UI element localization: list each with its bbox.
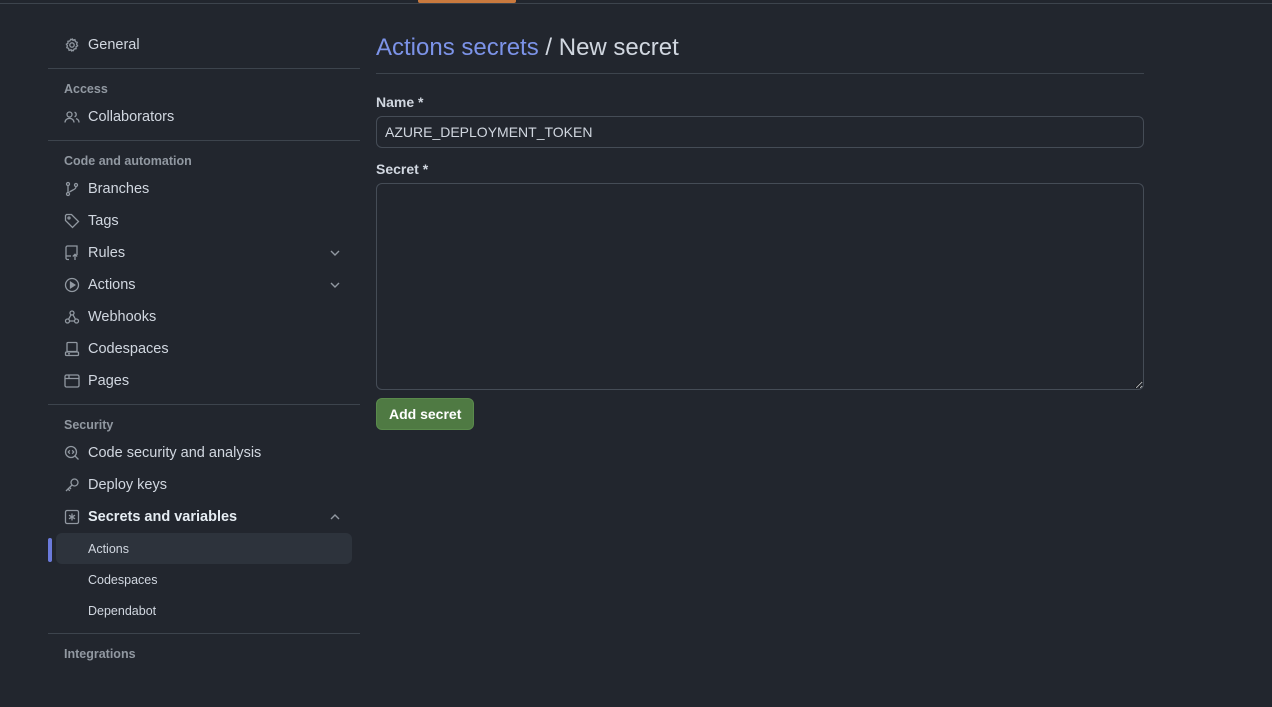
- name-label: Name *: [376, 94, 424, 110]
- sidebar-item-code-security[interactable]: Code security and analysis: [48, 437, 360, 469]
- sidebar-item-general[interactable]: General: [48, 29, 360, 61]
- secret-name-input[interactable]: [376, 116, 1144, 148]
- sidebar-item-label: Pages: [88, 373, 130, 389]
- gear-icon: [64, 37, 80, 53]
- codespaces-icon: [64, 341, 80, 357]
- sidebar-item-codespaces[interactable]: Codespaces: [48, 333, 360, 365]
- active-tab-indicator: [418, 0, 516, 3]
- sidebar-divider: [48, 633, 360, 634]
- sidebar-group-title-integrations: Integrations: [64, 647, 136, 661]
- sidebar-item-label: Codespaces: [88, 341, 169, 357]
- sidebar-item-label: General: [88, 37, 140, 53]
- sidebar-item-collaborators[interactable]: Collaborators: [48, 101, 360, 133]
- sidebar-item-label: Branches: [88, 181, 150, 197]
- sidebar-item-label: Secrets and variables: [88, 509, 238, 525]
- sidebar-divider: [48, 140, 360, 141]
- chevron-up-icon[interactable]: [328, 510, 342, 524]
- sidebar-item-deploy-keys[interactable]: Deploy keys: [48, 469, 360, 501]
- sidebar-item-label: Deploy keys: [88, 477, 167, 493]
- sidebar-item-label: Code security and analysis: [88, 445, 262, 461]
- chevron-down-icon[interactable]: [328, 246, 342, 260]
- sidebar-group-title-access: Access: [64, 82, 108, 96]
- sidebar-item-label: Tags: [88, 213, 119, 229]
- settings-sidebar: General Access Collaborators Code and au…: [48, 29, 360, 666]
- sidebar-group-title-code-automation: Code and automation: [64, 154, 192, 168]
- secret-label: Secret *: [376, 161, 429, 177]
- sidebar-divider: [48, 68, 360, 69]
- sidebar-item-webhooks[interactable]: Webhooks: [48, 301, 360, 333]
- page-title: Actions secrets / New secret: [376, 28, 1144, 74]
- sidebar-item-rules[interactable]: Rules: [48, 237, 360, 269]
- sidebar-item-label: Webhooks: [88, 309, 157, 325]
- sidebar-subitem-actions[interactable]: Actions: [48, 533, 352, 564]
- key-asterisk-icon: [64, 509, 80, 525]
- sidebar-item-actions[interactable]: Actions: [48, 269, 360, 301]
- key-icon: [64, 477, 80, 493]
- codescan-icon: [64, 445, 80, 461]
- sidebar-item-label: Rules: [88, 245, 126, 261]
- sidebar-item-label: Collaborators: [88, 109, 175, 125]
- sidebar-item-pages[interactable]: Pages: [48, 365, 360, 397]
- sidebar-item-branches[interactable]: Branches: [48, 173, 360, 205]
- sidebar-subitem-label: Codespaces: [88, 572, 158, 587]
- sidebar-group-title-security: Security: [64, 418, 114, 432]
- sidebar-subitem-label: Dependabot: [88, 603, 157, 618]
- sidebar-subitem-dependabot[interactable]: Dependabot: [56, 595, 352, 626]
- sidebar-item-tags[interactable]: Tags: [48, 205, 360, 237]
- tag-icon: [64, 213, 80, 229]
- sidebar-item-label: Actions: [88, 277, 136, 293]
- people-icon: [64, 109, 80, 125]
- add-secret-button[interactable]: Add secret: [376, 398, 475, 430]
- top-navigation-bar: [0, 0, 1272, 4]
- sidebar-divider: [48, 404, 360, 405]
- webhook-icon: [64, 309, 80, 325]
- play-icon: [64, 277, 80, 293]
- repo-push-icon: [64, 245, 80, 261]
- main-content: Actions secrets / New secret Name * Secr…: [376, 28, 1144, 430]
- git-branch-icon: [64, 181, 80, 197]
- breadcrumb-link-actions-secrets[interactable]: Actions secrets: [376, 34, 539, 61]
- sidebar-subitem-codespaces[interactable]: Codespaces: [56, 564, 352, 595]
- breadcrumb-current: New secret: [558, 34, 679, 61]
- chevron-down-icon[interactable]: [328, 278, 342, 292]
- browser-icon: [64, 373, 80, 389]
- sidebar-item-secrets-and-variables[interactable]: Secrets and variables: [48, 501, 360, 533]
- breadcrumb-separator: /: [538, 34, 559, 61]
- sidebar-subitem-label: Actions: [88, 541, 129, 556]
- secret-value-textarea[interactable]: [376, 183, 1144, 390]
